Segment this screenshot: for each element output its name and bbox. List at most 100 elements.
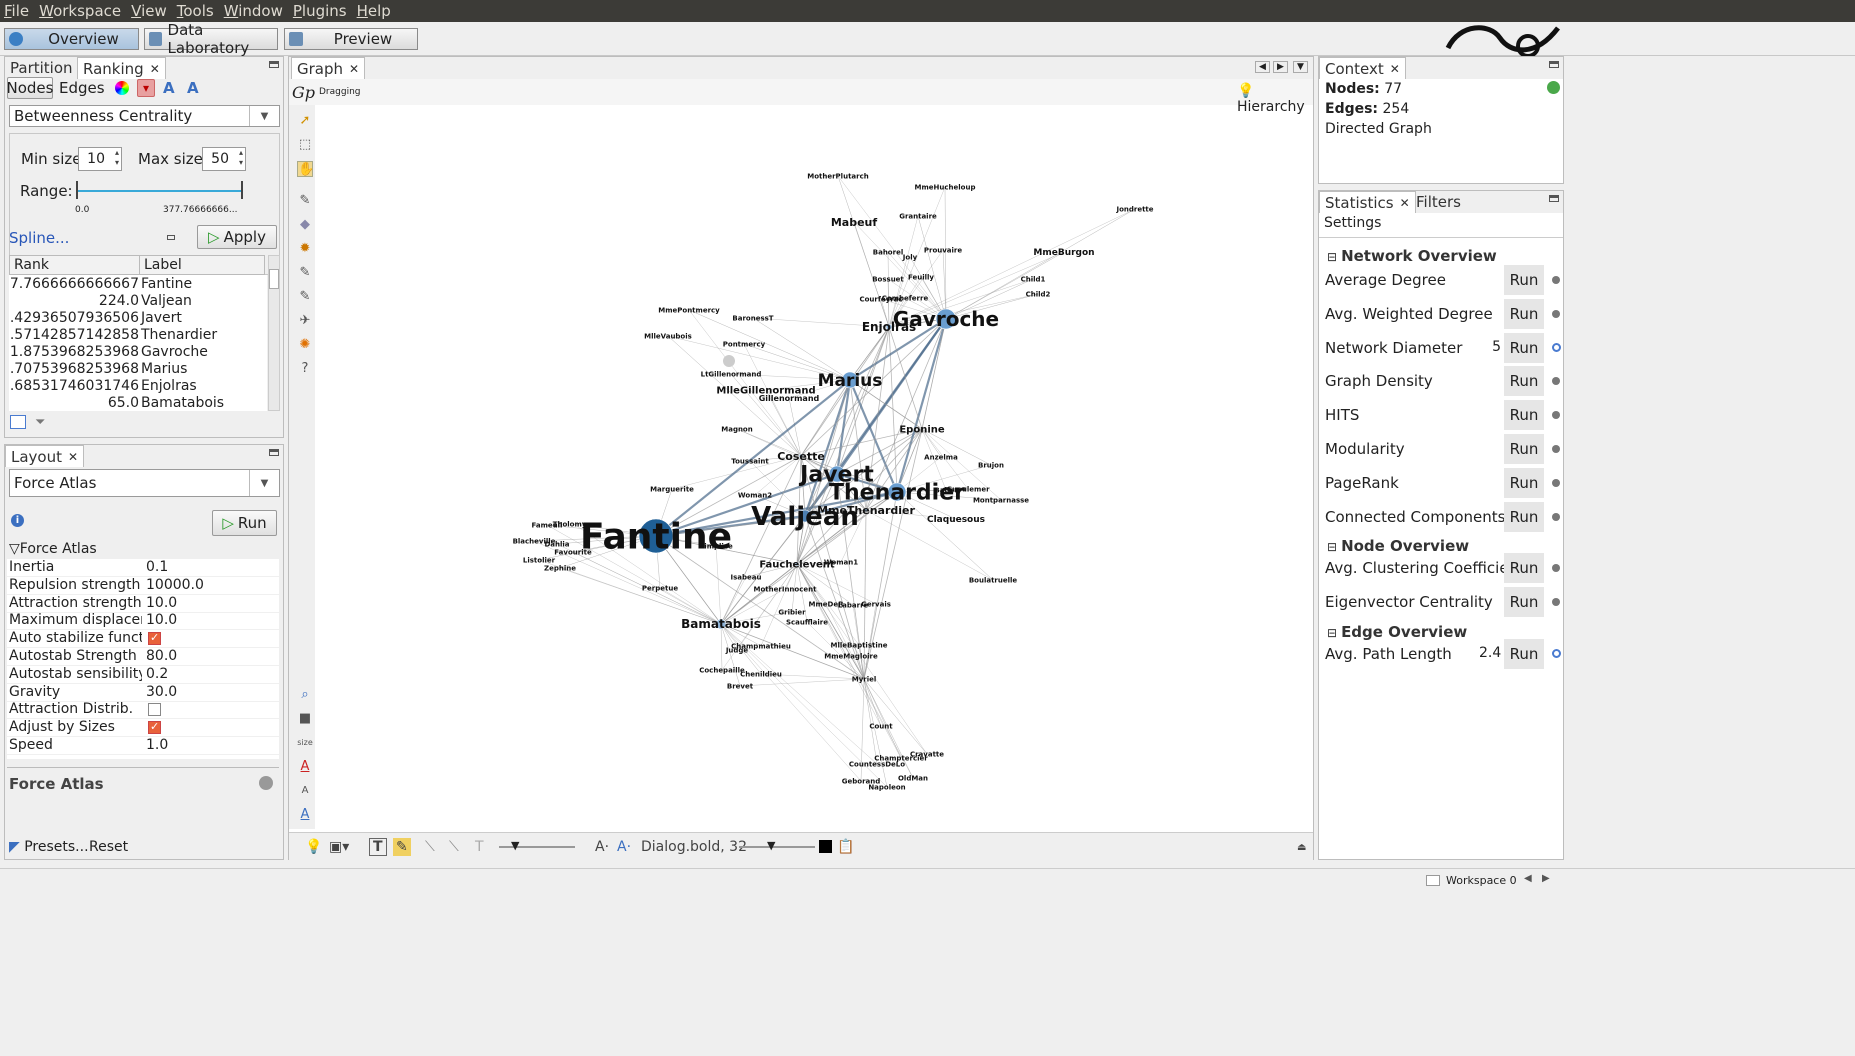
tab-partition[interactable]: Partition bbox=[5, 57, 78, 79]
property-row[interactable]: Speed 1.0 bbox=[7, 737, 279, 755]
edge-label-icon[interactable]: T bbox=[475, 833, 484, 861]
font-small-icon[interactable]: A bbox=[297, 783, 313, 799]
run-button[interactable]: Run bbox=[1504, 366, 1544, 397]
status-dot-icon[interactable] bbox=[1552, 445, 1560, 453]
label-color-swatch[interactable] bbox=[819, 840, 832, 853]
label-size-icon[interactable]: A bbox=[187, 79, 199, 97]
node-label[interactable]: Child1 bbox=[1021, 275, 1046, 283]
node-label[interactable]: Feuilly bbox=[908, 273, 934, 281]
table-row[interactable]: 140.70753968253968Marius bbox=[9, 361, 267, 378]
edge-visible-icon[interactable]: ⟍ bbox=[425, 833, 435, 861]
node-label[interactable]: Combeferre bbox=[882, 294, 929, 302]
node-label[interactable]: Gillenormand bbox=[759, 394, 820, 403]
rank-column-header[interactable]: Rank bbox=[9, 255, 140, 275]
rectangle-select-icon[interactable]: ⬚ bbox=[297, 137, 313, 153]
status-dot-icon[interactable] bbox=[1552, 478, 1560, 487]
status-dot-icon[interactable] bbox=[1552, 377, 1560, 386]
node-label[interactable]: Bossuet bbox=[872, 275, 904, 283]
node-label[interactable]: Cravatte bbox=[910, 750, 944, 758]
node-label[interactable]: Pontmercy bbox=[723, 340, 766, 348]
screenshot-icon[interactable]: ▣▾ bbox=[329, 833, 349, 861]
node-label[interactable]: MmeThenardier bbox=[817, 504, 915, 517]
menu-window[interactable]: Window bbox=[224, 2, 283, 20]
tab-preview[interactable]: Preview bbox=[284, 28, 418, 50]
node-label[interactable]: Mabeuf bbox=[831, 216, 878, 229]
node-label[interactable]: MotherPlutarch bbox=[807, 172, 868, 180]
node-label[interactable]: Tholomyes bbox=[553, 520, 596, 528]
property-row[interactable]: Inertia 0.1 bbox=[7, 559, 279, 577]
edge-slider-thumb[interactable]: ▼ bbox=[511, 839, 519, 852]
apply-button[interactable]: ▷ Apply bbox=[197, 225, 277, 249]
info-icon[interactable] bbox=[1552, 342, 1561, 352]
tab-ranking[interactable]: Ranking ✕ bbox=[77, 57, 166, 79]
node-label[interactable]: Zephine bbox=[544, 564, 576, 572]
node-label[interactable]: Gribier bbox=[778, 608, 806, 616]
info-icon[interactable]: i bbox=[11, 514, 24, 527]
tab-statistics[interactable]: Statistics ✕ bbox=[1319, 191, 1416, 213]
node-label[interactable]: Anzelma bbox=[924, 453, 958, 461]
tab-data-laboratory[interactable]: Data Laboratory bbox=[144, 21, 278, 57]
run-button[interactable]: Run bbox=[1504, 467, 1544, 498]
property-row[interactable]: Repulsion strength 10000.0 bbox=[7, 577, 279, 595]
property-checkbox[interactable] bbox=[148, 631, 161, 646]
close-icon[interactable]: ✕ bbox=[1390, 62, 1400, 76]
close-icon[interactable]: ✕ bbox=[349, 62, 359, 76]
node-label[interactable]: Montparnasse bbox=[973, 496, 1029, 504]
node-label[interactable]: MmeBurgon bbox=[1033, 248, 1094, 258]
table-scrollbar-thumb[interactable] bbox=[269, 269, 279, 289]
node-label[interactable]: Cosette bbox=[777, 450, 825, 463]
property-value[interactable]: 10.0 bbox=[146, 595, 177, 611]
node-label[interactable]: Myriel bbox=[852, 675, 877, 683]
menu-view[interactable]: View bbox=[131, 2, 167, 20]
drag-tool-icon[interactable]: ✋ bbox=[297, 161, 314, 177]
layout-run-button[interactable]: ▷ Run bbox=[212, 510, 277, 536]
node-label[interactable]: OldMan bbox=[898, 774, 928, 782]
property-row[interactable]: Gravity 30.0 bbox=[7, 684, 279, 702]
status-dot-icon[interactable] bbox=[1552, 597, 1560, 606]
next-workspace-icon[interactable]: ▶ bbox=[1542, 873, 1550, 884]
node-label[interactable]: Enjolras bbox=[862, 320, 916, 334]
node-label[interactable]: Scaufflaire bbox=[786, 618, 828, 626]
network-overview-header[interactable]: Network Overview bbox=[1327, 247, 1497, 265]
run-button[interactable]: Run bbox=[1504, 265, 1544, 295]
close-icon[interactable]: ✕ bbox=[1400, 196, 1410, 210]
property-checkbox[interactable] bbox=[148, 703, 161, 717]
tab-list-icon[interactable]: ▼ bbox=[1293, 61, 1308, 73]
table-row[interactable]: 377.7666666666667Fantine bbox=[9, 276, 267, 293]
prev-workspace-icon[interactable]: ◀ bbox=[1524, 873, 1532, 884]
property-value[interactable]: 1.0 bbox=[146, 737, 168, 753]
minimize-icon[interactable] bbox=[269, 61, 279, 68]
tab-context[interactable]: Context ✕ bbox=[1319, 57, 1406, 79]
minimize-icon[interactable] bbox=[1549, 195, 1559, 202]
property-row[interactable]: Attraction Distrib. bbox=[7, 701, 279, 720]
status-dot-icon[interactable] bbox=[1552, 309, 1560, 318]
status-dot-icon[interactable] bbox=[1552, 276, 1560, 284]
layout-algorithm-select[interactable]: Force Atlas ▼ bbox=[9, 469, 280, 497]
table-view-icon[interactable] bbox=[10, 415, 26, 429]
table-row[interactable]: 161.8753968253968Gavroche bbox=[9, 344, 267, 361]
node-label[interactable]: Gueulemer bbox=[946, 485, 990, 493]
node-label[interactable]: Eponine bbox=[899, 425, 945, 436]
node-label[interactable]: Bamatabois bbox=[681, 617, 761, 631]
shortest-path-icon[interactable]: ✈ bbox=[297, 313, 313, 329]
node-label[interactable]: Napoleon bbox=[868, 783, 905, 791]
menu-tools[interactable]: Tools bbox=[177, 2, 214, 20]
node-label[interactable]: Grantaire bbox=[899, 212, 937, 220]
scroll-left-icon[interactable]: ◀ bbox=[1255, 61, 1270, 73]
property-row[interactable]: Autostab Strength 80.0 bbox=[7, 648, 279, 666]
property-value[interactable]: 0.1 bbox=[146, 559, 168, 575]
node-label[interactable]: Joly bbox=[902, 253, 918, 261]
tab-filters[interactable]: Filters bbox=[1411, 191, 1466, 213]
min-size-spinner[interactable]: 10 bbox=[78, 147, 122, 171]
node-label[interactable]: BaronessT bbox=[732, 314, 773, 322]
run-button[interactable]: Run bbox=[1504, 553, 1544, 583]
help-icon[interactable] bbox=[259, 776, 273, 790]
node-label[interactable]: Bahorel bbox=[873, 248, 903, 256]
scroll-right-icon[interactable]: ▶ bbox=[1273, 61, 1288, 73]
run-button[interactable]: Run bbox=[1504, 332, 1544, 363]
edge-pencil-icon[interactable]: ✎ bbox=[297, 265, 313, 281]
node-label[interactable]: Child2 bbox=[1026, 290, 1051, 298]
table-row[interactable]: 170.57142857142858Thenardier bbox=[9, 327, 267, 344]
info-icon[interactable] bbox=[1552, 649, 1561, 658]
close-icon[interactable]: ✕ bbox=[150, 62, 160, 76]
